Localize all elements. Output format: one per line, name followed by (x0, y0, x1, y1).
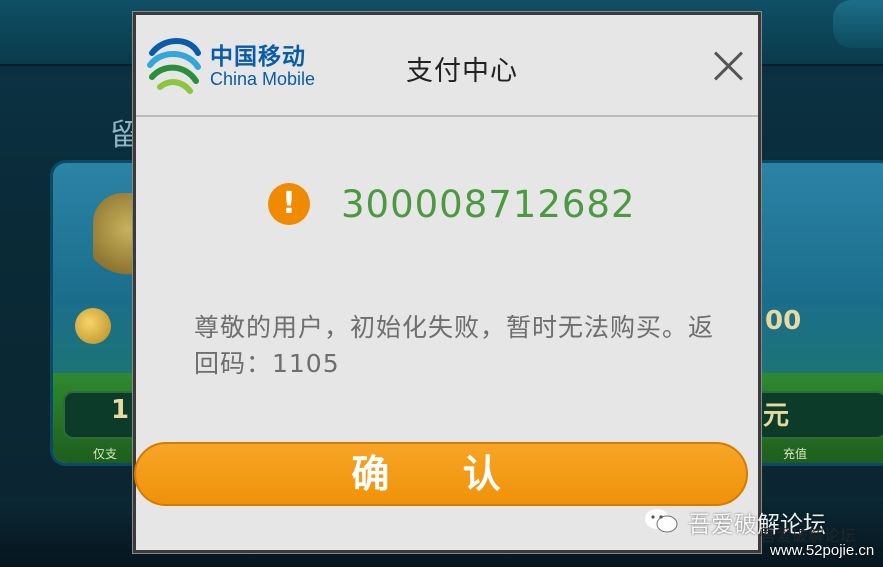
bg-left-label: 仅支 (93, 447, 118, 461)
bg-left-digit: 1 (111, 395, 130, 425)
bg-shop-panel-right: 00 元 充值 (740, 160, 883, 466)
warning-icon: ! (268, 183, 310, 225)
confirm-button[interactable]: 确 认 (134, 442, 748, 506)
brand-name-cn: 中国移动 (210, 44, 306, 70)
coin-icon (75, 308, 111, 344)
dialog-header: 中国移动 China Mobile 支付中心 (136, 15, 758, 117)
dialog-title: 支付中心 (406, 56, 518, 87)
china-mobile-logo-icon (147, 38, 201, 94)
error-message: 尊敬的用户，初始化失败，暂时无法购买。返回码：1105 (194, 313, 715, 378)
china-mobile-logo: 中国移动 China Mobile (144, 35, 329, 95)
close-icon[interactable] (712, 49, 746, 83)
bg-right-digits: 00 (765, 306, 802, 336)
payment-dialog: 中国移动 China Mobile 支付中心 ! 300008712682 尊敬… (133, 12, 761, 553)
bg-right-label: 充值 (783, 447, 808, 461)
wechat-icon (645, 509, 678, 533)
error-code: 300008712682 (341, 183, 636, 226)
watermark-url: www.52pojie.cn (770, 542, 875, 559)
bg-right-char: 元 (763, 401, 790, 431)
game-corner-button (833, 0, 883, 48)
brand-name-en: China Mobile (210, 69, 316, 89)
